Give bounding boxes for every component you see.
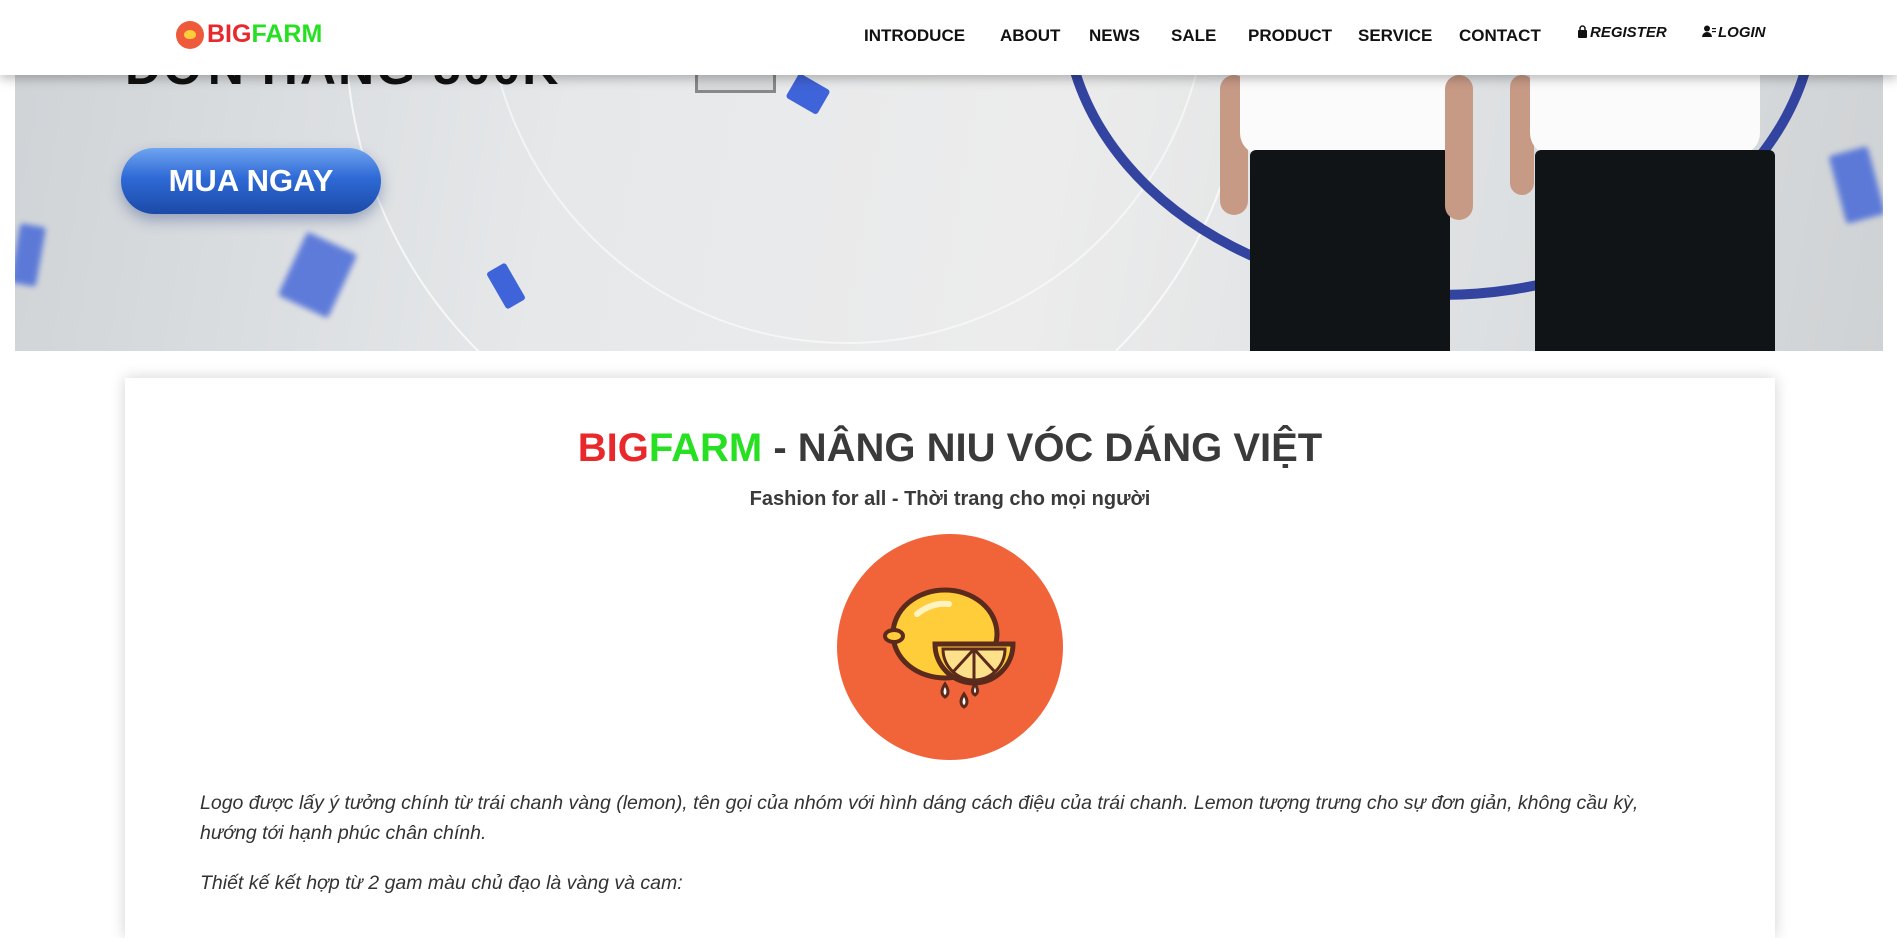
hero-decor-shard (277, 231, 358, 319)
register-label: REGISTER (1590, 24, 1667, 41)
intro-card: BIGFARM - NÂNG NIU VÓC DÁNG VIỆT Fashion… (125, 378, 1775, 938)
nav-item-news[interactable]: NEWS (1089, 26, 1140, 46)
buy-now-button[interactable]: MUA NGAY (121, 148, 381, 214)
register-link[interactable]: REGISTER (1577, 24, 1667, 41)
lemon-logo-icon (837, 534, 1063, 760)
user-icon (1702, 25, 1716, 40)
nav-item-sale[interactable]: SALE (1171, 26, 1216, 46)
title-brand-farm: FARM (648, 426, 763, 470)
hero-decor-shard (15, 223, 47, 287)
hero-decor-shard (1828, 146, 1883, 224)
title-brand-big: BIG (577, 426, 649, 470)
nav-item-service[interactable]: SERVICE (1358, 26, 1432, 46)
page-subtitle: Fashion for all - Thời trang cho mọi ngư… (749, 488, 1151, 510)
page-title: BIGFARM - NÂNG NIU VÓC DÁNG VIỆT (125, 426, 1775, 471)
nav-item-about[interactable]: ABOUT (1000, 26, 1060, 46)
nav-item-introduce[interactable]: INTRODUCE (864, 26, 965, 46)
paragraph-colors: Thiết kế kết hợp từ 2 gam màu chủ đạo là… (200, 872, 683, 894)
login-label: LOGIN (1718, 24, 1766, 41)
nav-item-contact[interactable]: CONTACT (1459, 26, 1541, 46)
login-link[interactable]: LOGIN (1702, 24, 1766, 41)
title-slogan: - NÂNG NIU VÓC DÁNG VIỆT (762, 426, 1323, 470)
top-navbar: BIG FARM INTRODUCE ABOUT NEWS SALE PRODUC… (0, 0, 1897, 75)
paragraph-logo-idea: Logo được lấy ý tưởng chính từ trái chan… (200, 792, 1639, 844)
nav-item-product[interactable]: PRODUCT (1248, 26, 1332, 46)
lock-icon (1577, 24, 1588, 41)
